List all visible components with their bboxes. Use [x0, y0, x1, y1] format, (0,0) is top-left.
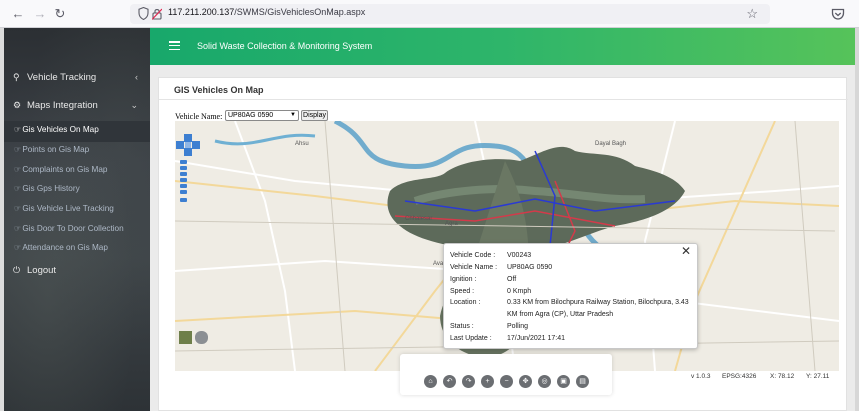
popup-key: Status : [450, 323, 474, 330]
pocket-icon[interactable] [830, 6, 846, 22]
zoom-slider[interactable] [180, 160, 189, 206]
popup-key: Vehicle Code : [450, 252, 496, 259]
map-marker-icon: ⚲ [13, 72, 20, 82]
map-x-coordinate: X: 78.12 [770, 373, 795, 380]
popup-value: KM from Agra (CP), Uttar Pradesh [507, 311, 614, 318]
popup-value: Off [507, 276, 517, 283]
popup-key: Last Update : [450, 335, 492, 342]
layer-thumb-satellite[interactable] [179, 331, 192, 344]
home-icon[interactable]: ⌂ [424, 375, 437, 388]
popup-value: V00243 [507, 252, 532, 259]
forward-icon[interactable]: → [32, 6, 48, 22]
subitem-label: Gis Vehicle Live Tracking [22, 204, 114, 213]
layers-icon[interactable]: ▤ [576, 375, 589, 388]
fullscreen-icon[interactable]: ▣ [557, 375, 570, 388]
map-version: v 1.0.3 [691, 373, 711, 380]
popup-key: Location : [450, 299, 481, 306]
select-value: UP80AG 0590 [228, 112, 274, 119]
map-place-label: Chhalesar [405, 216, 433, 222]
sidebar-subitem-gis-vehicle-live-tracking[interactable]: ☞Gis Vehicle Live Tracking [14, 203, 114, 213]
sidebar-subitem-gis-door-to-door-collection[interactable]: ☞Gis Door To Door Collection [14, 223, 124, 233]
subitem-label: Gis Vehicles On Map [22, 125, 99, 134]
popup-value: 0.33 KM from Bilochpura Railway Station,… [507, 299, 689, 306]
display-button[interactable]: Display [301, 110, 328, 121]
chevron-left-icon: ‹ [135, 72, 138, 82]
popup-key: Vehicle Name : [450, 264, 498, 271]
redo-icon[interactable]: ↷ [462, 375, 475, 388]
vehicle-info-popup: ✕ Vehicle Code : V00243 Vehicle Name : UP8… [443, 243, 698, 349]
hand-pointer-icon: ☞ [14, 125, 22, 134]
map-epsg: EPSG:4326 [722, 373, 757, 380]
subitem-label: Gis Gps History [22, 184, 80, 193]
back-icon[interactable]: ← [10, 6, 26, 22]
panel-divider [159, 99, 848, 100]
pan-control-icon[interactable] [176, 134, 200, 156]
sidebar-subitem-points-on-gis-map[interactable]: ☞Points on Gis Map [14, 144, 89, 154]
sidebar-subitem-attendance-on-gis-map[interactable]: ☞Attendance on Gis Map [14, 242, 108, 252]
hamburger-menu-icon[interactable] [169, 41, 180, 51]
subitem-label: Complaints on Gis Map [22, 165, 108, 174]
page-title: GIS Vehicles On Map [174, 85, 264, 95]
url-text: 117.211.200.137/SWMS/GisVehiclesOnMap.as… [168, 7, 366, 17]
popup-key: Ignition : [450, 276, 477, 283]
zoom-in-icon[interactable]: + [481, 375, 494, 388]
shield-icon [138, 7, 149, 20]
hand-pointer-icon: ☞ [14, 145, 22, 154]
hand-pointer-icon: ☞ [14, 204, 22, 213]
hand-pointer-icon: ☞ [14, 184, 22, 193]
reload-icon[interactable]: ↻ [52, 6, 68, 22]
map-place-label: Dayal Bagh [595, 141, 627, 147]
map-place-label: Ahsu [295, 141, 309, 147]
sidebar-item-label: Logout [27, 265, 57, 276]
close-icon[interactable]: ✕ [681, 244, 691, 258]
sidebar-subitem-complaints-on-gis-map[interactable]: ☞Complaints on Gis Map [14, 164, 107, 174]
map-place-label: Agra [445, 221, 458, 227]
subitem-label: Points on Gis Map [22, 145, 90, 154]
vehicle-name-select[interactable]: UP80AG 0590 ▼ [225, 110, 299, 121]
map-toolbar: ⌂ ↶ ↷ + − ✥ ◎ ▣ ▤ [400, 354, 612, 395]
pan-icon[interactable]: ✥ [519, 375, 532, 388]
sidebar-item-label: Vehicle Tracking [27, 72, 97, 83]
address-bar[interactable]: 117.211.200.137/SWMS/GisVehiclesOnMap.as… [130, 4, 770, 24]
chevron-down-icon: ⌄ [130, 100, 138, 110]
hand-pointer-icon: ☞ [14, 224, 22, 233]
popup-value: 0 Kmph [507, 288, 532, 295]
undo-icon[interactable]: ↶ [443, 375, 456, 388]
insecure-lock-icon [152, 8, 162, 20]
popup-value: 17/Jun/2021 17:41 [507, 335, 565, 342]
hand-pointer-icon: ☞ [14, 165, 22, 174]
zoom-out-icon[interactable]: − [500, 375, 513, 388]
sidebar-subitem-gis-vehicles-on-map[interactable]: ☞Gis Vehicles On Map [14, 124, 99, 134]
layer-thumb-street[interactable] [195, 331, 208, 344]
sidebar-subitem-gis-gps-history[interactable]: ☞Gis Gps History [14, 183, 80, 193]
sidebar: ⚲ Vehicle Tracking ‹ ⚙ Maps Integration … [4, 28, 150, 411]
popup-key: Speed : [450, 288, 475, 295]
vehicle-name-label: Vehicle Name: [175, 112, 223, 121]
chevron-down-icon: ▼ [290, 112, 296, 118]
subitem-label: Gis Door To Door Collection [22, 224, 124, 233]
cogs-icon: ⚙ [13, 100, 22, 110]
frame-edge [855, 28, 859, 411]
bookmark-star-icon[interactable]: ☆ [746, 6, 758, 22]
sidebar-item-label: Maps Integration [27, 100, 98, 111]
power-icon: ⏻ [13, 265, 21, 275]
app-title: Solid Waste Collection & Monitoring Syst… [197, 41, 373, 51]
subitem-label: Attendance on Gis Map [22, 243, 108, 252]
top-header: Solid Waste Collection & Monitoring Syst… [150, 28, 855, 65]
map-y-coordinate: Y: 27.11 [806, 373, 830, 380]
hand-pointer-icon: ☞ [14, 243, 22, 252]
locate-icon[interactable]: ◎ [538, 375, 551, 388]
browser-toolbar: ← → ↻ 117.211.200.137/SWMS/GisVehiclesOn… [0, 0, 859, 28]
popup-value: Polling [507, 323, 529, 330]
popup-value: UP80AG 0590 [507, 264, 553, 271]
